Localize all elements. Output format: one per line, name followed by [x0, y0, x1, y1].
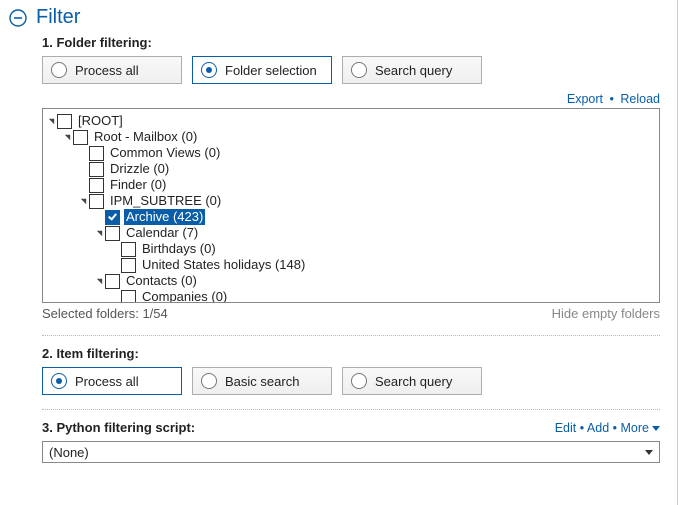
chevron-down-icon — [645, 450, 653, 455]
tree-row[interactable]: Archive (423) — [45, 209, 657, 225]
section-1-label: 1. Folder filtering: — [42, 35, 660, 50]
tree-node-label[interactable]: Archive (423) — [124, 209, 205, 225]
script-edit-link[interactable]: Edit — [555, 421, 577, 435]
tree-node-label[interactable]: United States holidays (148) — [140, 257, 307, 273]
tree-node-label[interactable]: Root - Mailbox (0) — [92, 129, 199, 145]
tree-checkbox[interactable] — [89, 146, 104, 161]
item-filter-option-0[interactable]: Process all — [42, 367, 182, 395]
radio-label: Folder selection — [225, 63, 317, 78]
tree-row[interactable]: Companies (0) — [45, 289, 657, 303]
folder-tree[interactable]: [ROOT]Root - Mailbox (0)Common Views (0)… — [42, 108, 660, 303]
tree-row[interactable]: Finder (0) — [45, 177, 657, 193]
tree-row[interactable]: Calendar (7) — [45, 225, 657, 241]
tree-row[interactable]: IPM_SUBTREE (0) — [45, 193, 657, 209]
folder-filtering-section: 1. Folder filtering: Process all Folder s… — [8, 35, 660, 463]
radio-label: Search query — [375, 374, 452, 389]
tree-row[interactable]: Birthdays (0) — [45, 241, 657, 257]
divider — [42, 409, 660, 410]
tree-node-label[interactable]: Birthdays (0) — [140, 241, 218, 257]
tree-checkbox[interactable] — [57, 114, 72, 129]
script-dropdown-value: (None) — [49, 445, 89, 460]
tree-expander-icon[interactable] — [45, 117, 57, 126]
tree-checkbox[interactable] — [121, 258, 136, 273]
radio-label: Search query — [375, 63, 452, 78]
item-filter-option-1[interactable]: Basic search — [192, 367, 332, 395]
radio-icon — [351, 373, 367, 389]
tree-checkbox[interactable] — [89, 194, 104, 209]
tree-node-label[interactable]: Contacts (0) — [124, 273, 199, 289]
folder-filter-option-1[interactable]: Folder selection — [192, 56, 332, 84]
tree-node-label[interactable]: Common Views (0) — [108, 145, 222, 161]
radio-label: Basic search — [225, 374, 299, 389]
tree-row[interactable]: United States holidays (148) — [45, 257, 657, 273]
tree-row[interactable]: Root - Mailbox (0) — [45, 129, 657, 145]
selected-folders-status: Selected folders: 1/54 — [42, 306, 168, 321]
script-dropdown[interactable]: (None) — [42, 441, 660, 463]
tree-checkbox[interactable] — [89, 162, 104, 177]
section-2-label: 2. Item filtering: — [42, 346, 660, 361]
folder-filter-option-0[interactable]: Process all — [42, 56, 182, 84]
tree-node-label[interactable]: [ROOT] — [76, 113, 125, 129]
collapse-icon[interactable] — [8, 8, 28, 28]
tree-checkbox[interactable] — [73, 130, 88, 145]
item-filter-option-2[interactable]: Search query — [342, 367, 482, 395]
tree-expander-icon[interactable] — [93, 229, 105, 238]
tree-checkbox[interactable] — [105, 226, 120, 241]
tree-expander-icon[interactable] — [77, 197, 89, 206]
tree-row[interactable]: Common Views (0) — [45, 145, 657, 161]
panel-title: Filter — [36, 6, 80, 29]
section-3-label: 3. Python filtering script: — [42, 420, 195, 435]
radio-icon — [201, 373, 217, 389]
tree-node-label[interactable]: IPM_SUBTREE (0) — [108, 193, 223, 209]
divider — [42, 335, 660, 336]
tree-node-label[interactable]: Calendar (7) — [124, 225, 200, 241]
tree-checkbox[interactable] — [121, 242, 136, 257]
export-link[interactable]: Export — [567, 92, 603, 106]
reload-link[interactable]: Reload — [620, 92, 660, 106]
radio-label: Process all — [75, 63, 139, 78]
tree-checkbox[interactable] — [105, 274, 120, 289]
tree-expander-icon[interactable] — [93, 277, 105, 286]
tree-row[interactable]: Contacts (0) — [45, 273, 657, 289]
radio-icon — [51, 62, 67, 78]
folder-filter-option-2[interactable]: Search query — [342, 56, 482, 84]
tree-node-label[interactable]: Drizzle (0) — [108, 161, 171, 177]
radio-icon — [51, 373, 67, 389]
tree-checkbox[interactable] — [89, 178, 104, 193]
tree-row[interactable]: [ROOT] — [45, 113, 657, 129]
hide-empty-folders-link[interactable]: Hide empty folders — [552, 306, 660, 321]
tree-row[interactable]: Drizzle (0) — [45, 161, 657, 177]
tree-node-label[interactable]: Finder (0) — [108, 177, 168, 193]
tree-checkbox[interactable] — [121, 290, 136, 304]
tree-expander-icon[interactable] — [61, 133, 73, 142]
script-more-link[interactable]: More — [621, 421, 660, 435]
script-add-link[interactable]: Add — [587, 421, 609, 435]
radio-icon — [351, 62, 367, 78]
radio-label: Process all — [75, 374, 139, 389]
tree-node-label[interactable]: Companies (0) — [140, 289, 229, 303]
radio-icon — [201, 62, 217, 78]
tree-checkbox[interactable] — [105, 210, 120, 225]
